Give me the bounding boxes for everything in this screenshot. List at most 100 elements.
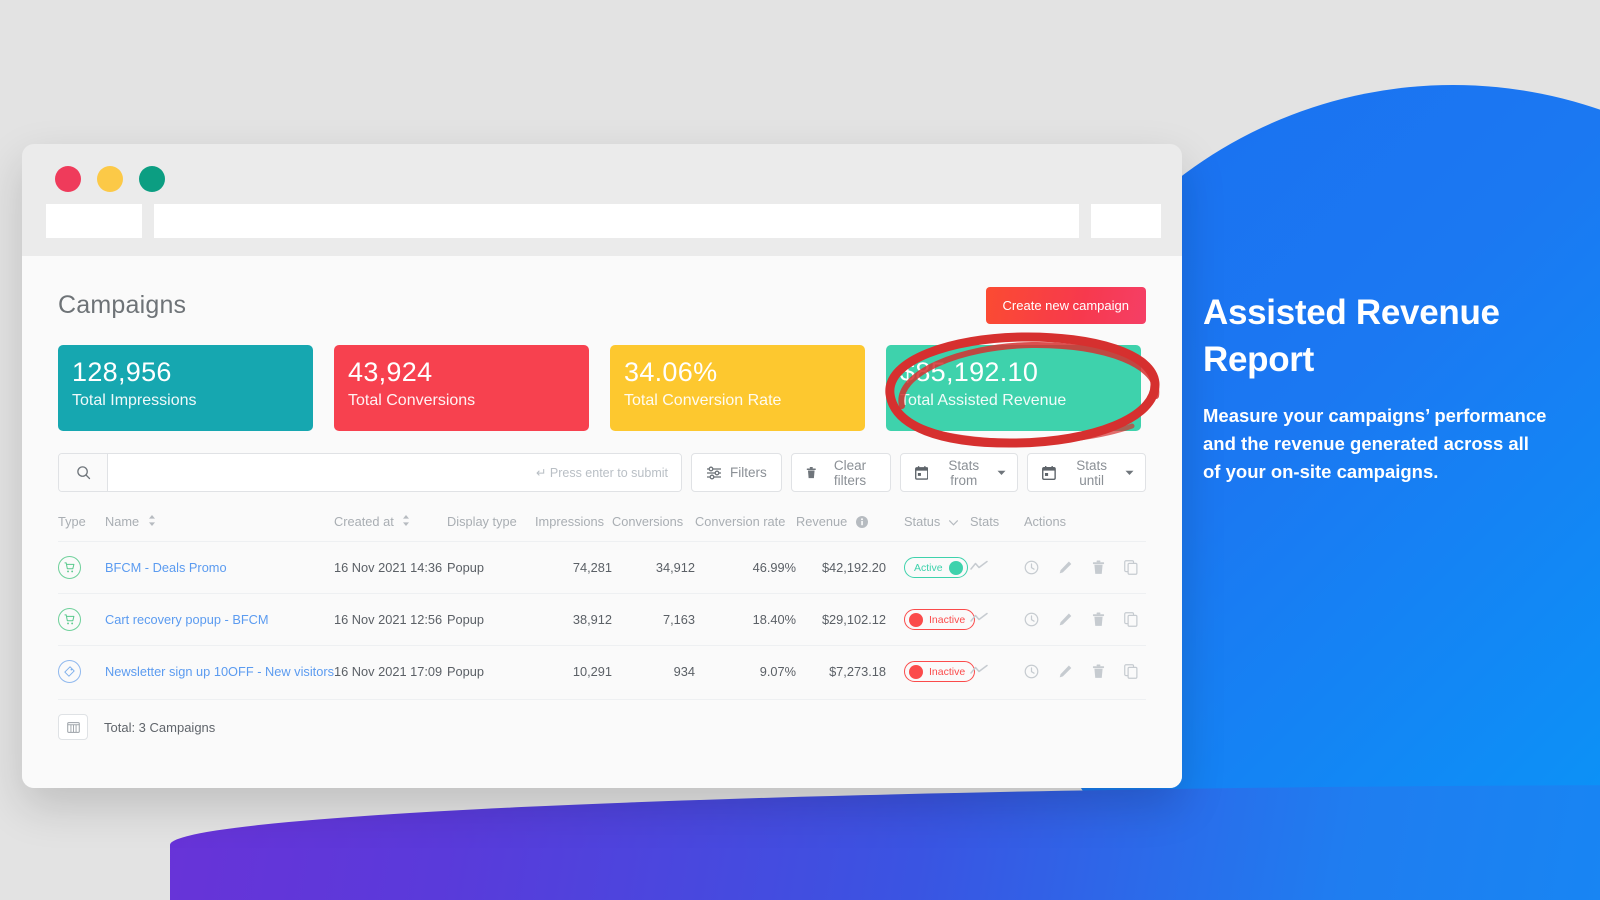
stats-from-picker[interactable]: Stats from bbox=[899, 453, 1019, 492]
browser-address-bar[interactable] bbox=[154, 204, 1079, 238]
column-header-name[interactable]: Name bbox=[105, 504, 334, 542]
duplicate-icon[interactable] bbox=[1124, 560, 1138, 575]
duplicate-icon[interactable] bbox=[1124, 664, 1138, 679]
stat-value: 34.06% bbox=[624, 357, 718, 387]
cell-conversions: 934 bbox=[612, 645, 695, 697]
row-action-buttons bbox=[1024, 560, 1146, 575]
delete-icon[interactable] bbox=[1092, 560, 1105, 575]
browser-tab[interactable] bbox=[46, 204, 142, 238]
toggle-knob bbox=[909, 664, 923, 679]
campaign-name-link[interactable]: BFCM - Deals Promo bbox=[105, 560, 227, 575]
stat-cards: 128,956 Total Impressions 43,924 Total C… bbox=[58, 332, 1160, 448]
stats-until-picker[interactable]: Stats until bbox=[1027, 453, 1146, 492]
cart-icon-glyph bbox=[64, 562, 75, 573]
cell-status: Inactive bbox=[886, 593, 976, 646]
calendar-icon bbox=[1042, 465, 1057, 480]
column-settings-button[interactable] bbox=[58, 714, 88, 740]
browser-toolbar-area[interactable] bbox=[1091, 204, 1161, 238]
cell-conversions: 7,163 bbox=[612, 593, 695, 646]
search-input[interactable] bbox=[108, 454, 681, 491]
row-action-buttons bbox=[1024, 664, 1146, 679]
trash-glyph bbox=[1092, 560, 1105, 574]
stat-label: Total Conversions bbox=[348, 391, 476, 409]
cell-display-type: Popup bbox=[447, 645, 535, 697]
clock-glyph bbox=[1024, 560, 1039, 575]
cell-display-type: Popup bbox=[447, 541, 535, 594]
history-icon[interactable] bbox=[1024, 664, 1039, 679]
delete-icon[interactable] bbox=[1092, 612, 1105, 627]
table-body: BFCM - Deals Promo 16 Nov 2021 14:36 Pop… bbox=[58, 541, 1146, 697]
cell-created-at: 16 Nov 2021 14:36 bbox=[334, 541, 447, 594]
sort-icon bbox=[403, 515, 410, 526]
stat-card-total-assisted-revenue: $85,192.10 Total Assisted Revenue bbox=[885, 332, 1160, 448]
stat-label: Total Impressions bbox=[72, 391, 197, 409]
cell-actions bbox=[1024, 593, 1146, 646]
history-icon[interactable] bbox=[1024, 560, 1039, 575]
column-header-status[interactable]: Status bbox=[886, 504, 970, 542]
search-submit-button[interactable] bbox=[59, 454, 108, 491]
cell-actions bbox=[1024, 541, 1146, 594]
pencil-glyph bbox=[1059, 665, 1072, 678]
table-footer: Total: 3 Campaigns bbox=[58, 699, 1146, 740]
cell-revenue: $29,102.12 bbox=[796, 593, 886, 646]
history-icon[interactable] bbox=[1024, 612, 1039, 627]
duplicate-icon[interactable] bbox=[1124, 612, 1138, 627]
status-badge-label: Active bbox=[914, 561, 943, 574]
clock-glyph bbox=[1024, 664, 1039, 679]
status-toggle-active[interactable]: Active bbox=[904, 557, 968, 578]
browser-window: Campaigns Create new campaign 128,956 To… bbox=[22, 144, 1182, 788]
maximize-window-button[interactable] bbox=[139, 166, 165, 192]
cell-conversion-rate: 18.40% bbox=[695, 593, 796, 646]
table-header-row: Type Name Created at Display type Impres… bbox=[58, 504, 1146, 542]
close-window-button[interactable] bbox=[55, 166, 81, 192]
minimize-window-button[interactable] bbox=[97, 166, 123, 192]
campaign-name-link[interactable]: Cart recovery popup - BFCM bbox=[105, 612, 269, 627]
pencil-glyph bbox=[1059, 613, 1072, 626]
cell-type bbox=[58, 541, 105, 594]
table-row: Cart recovery popup - BFCM 16 Nov 2021 1… bbox=[58, 593, 1146, 646]
column-header-stats: Stats bbox=[970, 514, 1000, 529]
cell-conversions: 34,912 bbox=[612, 541, 695, 594]
column-header-name-label: Name bbox=[105, 514, 140, 529]
filters-button[interactable]: Filters bbox=[691, 453, 782, 492]
stat-value: 128,956 bbox=[72, 357, 172, 387]
cell-conversion-rate: 9.07% bbox=[695, 645, 796, 697]
grid-icon bbox=[66, 721, 80, 733]
clear-filters-label: Clear filters bbox=[833, 457, 867, 488]
create-new-campaign-button[interactable]: Create new campaign bbox=[985, 286, 1146, 324]
table-header: Type Name Created at Display type Impres… bbox=[58, 504, 1146, 542]
column-header-actions: Actions bbox=[1024, 514, 1066, 529]
cart-icon-glyph bbox=[64, 614, 75, 625]
edit-icon[interactable] bbox=[1058, 612, 1073, 627]
cell-created-at: 16 Nov 2021 17:09 bbox=[334, 645, 447, 697]
stat-card-total-impressions: 128,956 Total Impressions bbox=[58, 345, 313, 431]
stat-card-total-conversions: 43,924 Total Conversions bbox=[334, 345, 589, 431]
table-row: Newsletter sign up 10OFF - New visitors … bbox=[58, 645, 1146, 697]
column-header-created-at[interactable]: Created at bbox=[334, 504, 447, 542]
edit-icon[interactable] bbox=[1058, 664, 1073, 679]
cell-stats bbox=[970, 593, 1024, 646]
delete-icon[interactable] bbox=[1092, 664, 1105, 679]
status-toggle-inactive[interactable]: Inactive bbox=[904, 609, 976, 630]
cell-impressions: 74,281 bbox=[535, 541, 612, 594]
filters-icon bbox=[707, 466, 721, 479]
cell-stats bbox=[970, 541, 1024, 594]
stats-chart-icon[interactable] bbox=[970, 612, 988, 624]
copy-glyph bbox=[1124, 560, 1138, 575]
campaign-name-link[interactable]: Newsletter sign up 10OFF - New visitors bbox=[105, 664, 334, 679]
stats-chart-icon[interactable] bbox=[970, 664, 988, 676]
chevron-down-icon bbox=[948, 520, 958, 526]
cell-created-at: 16 Nov 2021 12:56 bbox=[334, 593, 447, 646]
column-header-conversions: Conversions bbox=[612, 514, 684, 529]
info-icon[interactable] bbox=[855, 516, 868, 528]
cell-status: Active bbox=[886, 541, 970, 594]
tag-icon bbox=[58, 660, 81, 683]
pencil-glyph bbox=[1059, 561, 1072, 574]
edit-icon[interactable] bbox=[1058, 560, 1073, 575]
stats-chart-icon[interactable] bbox=[970, 560, 988, 572]
column-header-type: Type bbox=[58, 514, 86, 529]
status-toggle-inactive[interactable]: Inactive bbox=[904, 661, 976, 682]
chevron-down-icon bbox=[997, 470, 1006, 475]
column-header-display-type: Display type bbox=[447, 514, 517, 529]
clear-filters-button[interactable]: Clear filters bbox=[790, 453, 891, 492]
